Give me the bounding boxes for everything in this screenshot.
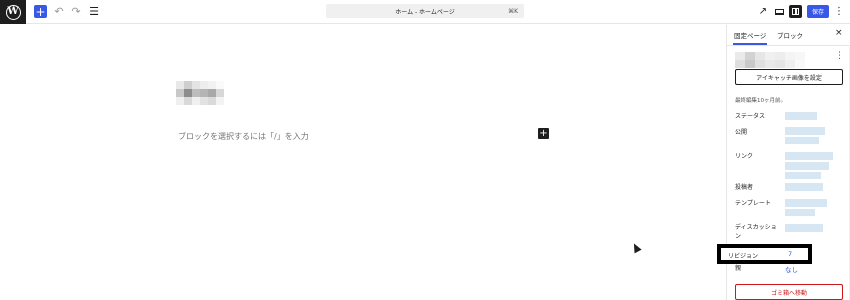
redo-icon[interactable]: ↷ [69,4,83,19]
undo-icon[interactable]: ↶ [52,4,66,19]
revisions-count-link[interactable]: 7 [788,250,792,258]
command-shortcut: ⌘K [508,7,518,15]
template-label: テンプレート [735,200,771,207]
inline-block-inserter-icon[interactable]: + [538,128,549,139]
settings-sidebar-toggle-icon[interactable] [789,5,802,18]
discussion-label: ディスカッショ ン [735,223,777,241]
block-placeholder-text[interactable]: ブロックを選択するには「/」を入力 [178,131,309,142]
save-button[interactable]: 保存 [807,5,829,18]
list-view-icon[interactable]: ☰ [87,4,101,19]
mouse-cursor-icon [630,241,642,254]
revisions-row-highlight[interactable]: リビジョン 7 [717,244,812,264]
author-label: 投稿者 [735,184,754,191]
discussion-label-line1: ディスカッショ [735,224,777,231]
wordpress-icon: W [5,4,21,20]
device-preview-icon[interactable] [773,4,785,19]
status-value-obscured[interactable] [785,112,817,120]
document-title-bar[interactable]: ホーム - ホームページ ⌘K [326,4,524,18]
link-value-obscured[interactable] [785,152,833,179]
page-title-obscured[interactable] [176,81,224,105]
document-title: ホーム - ホームページ [395,8,455,16]
publish-label: 公開 [735,129,748,136]
status-label: ステータス [735,113,766,120]
laptop-icon [774,8,784,15]
settings-sidebar: 固定ページ ブロック × ⋮ アイキャッチ画像を設定 最終編集10ヶ月前。 ステ… [717,25,850,300]
tab-page[interactable]: 固定ページ [732,30,768,45]
wordpress-logo-button[interactable]: W [0,0,26,24]
editor-top-toolbar: W + ↶ ↷ ☰ ホーム - ホームページ ⌘K ↗ 保存 ⋮ [0,0,850,24]
view-page-external-icon[interactable]: ↗ [757,4,769,19]
page-summary-title-obscured [735,52,805,68]
author-value-obscured[interactable] [785,183,823,191]
discussion-label-line2: ン [735,233,742,240]
set-featured-image-button[interactable]: アイキャッチ画像を設定 [735,69,843,85]
revisions-label: リビジョン [728,253,759,260]
tab-block[interactable]: ブロック [777,30,803,40]
editor-canvas[interactable]: ブロックを選択するには「/」を入力 + [0,25,726,300]
discussion-value-obscured[interactable] [785,224,823,232]
sidebar-tabs: 固定ページ ブロック × [727,25,850,46]
options-menu-icon[interactable]: ⋮ [834,4,844,19]
parent-value-link[interactable]: なし [785,264,798,274]
move-to-trash-button[interactable]: ゴミ箱へ移動 [735,284,843,300]
sidebar-panel-icon [792,8,799,15]
template-value-obscured[interactable] [785,199,827,216]
parent-label: 親 [735,265,742,272]
last-edited-text: 最終編集10ヶ月前。 [735,98,786,104]
publish-value-obscured[interactable] [785,127,825,144]
block-inserter-button[interactable]: + [34,5,47,18]
link-label: リンク [735,153,754,160]
page-actions-icon[interactable]: ⋮ [835,51,844,61]
close-icon[interactable]: × [835,28,843,38]
